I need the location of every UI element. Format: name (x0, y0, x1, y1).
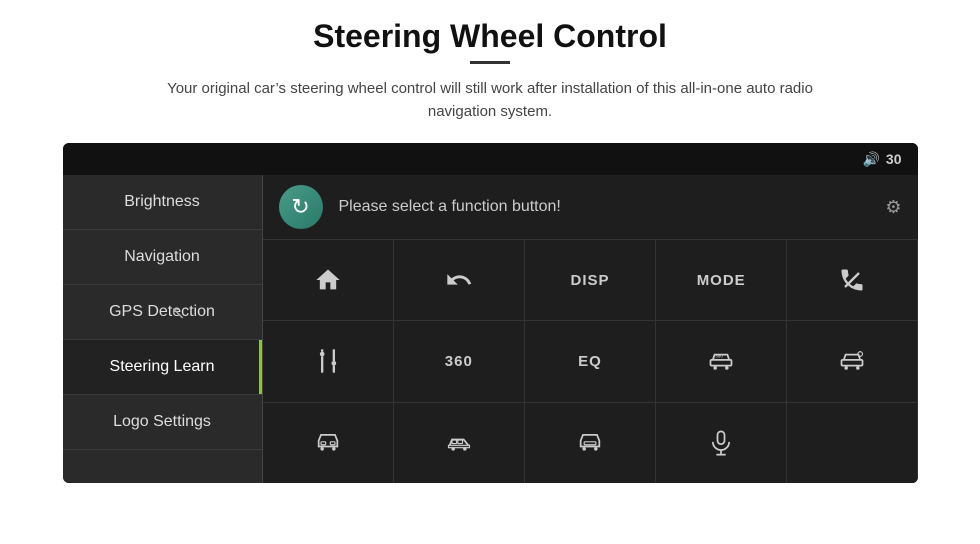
top-bar: 🔊 30 (63, 143, 918, 175)
function-grid: DISP MODE (263, 240, 918, 483)
sidebar-item-gps-detection[interactable]: GPS Detection ↖ (63, 285, 262, 340)
sidebar: Brightness Navigation GPS Detection ↖ St… (63, 175, 263, 483)
refresh-icon: ↻ (291, 194, 309, 220)
top-right-icon: ⚙ (885, 197, 901, 218)
sidebar-item-steering-learn[interactable]: Steering Learn (63, 340, 262, 395)
phone-cancel-icon (838, 266, 866, 294)
grid-cell-mode[interactable]: MODE (656, 240, 786, 320)
grid-cell-car-rear[interactable] (525, 403, 655, 483)
device-frame: 🔊 30 Brightness Navigation GPS Detection… (63, 143, 918, 483)
page-subtitle: Your original car’s steering wheel contr… (140, 78, 840, 123)
grid-cell-eq[interactable]: EQ (525, 321, 655, 401)
grid-cell-car-side[interactable] (394, 403, 524, 483)
back-icon (445, 266, 473, 294)
disp-label: DISP (570, 272, 609, 289)
grid-cell-phone-cancel[interactable] (787, 240, 917, 320)
sidebar-item-brightness[interactable]: Brightness (63, 175, 262, 230)
grid-cell-eq-sliders[interactable] (263, 321, 393, 401)
mic-icon (707, 429, 735, 457)
car-side-icon (445, 429, 473, 457)
360-label: 360 (445, 353, 473, 370)
title-divider (470, 61, 510, 64)
mode-label: MODE (697, 272, 746, 289)
home-icon (314, 266, 342, 294)
grid-cell-car-settings[interactable] (787, 321, 917, 401)
grid-cell-home[interactable] (263, 240, 393, 320)
grid-cell-mic[interactable] (656, 403, 786, 483)
sidebar-item-navigation[interactable]: Navigation (63, 230, 262, 285)
volume-value: 30 (886, 151, 902, 167)
grid-cell-360[interactable]: 360 (394, 321, 524, 401)
car-rear-icon (576, 429, 604, 457)
right-panel: ↻ Please select a function button! ⚙ (263, 175, 918, 483)
grid-cell-car-front[interactable] (263, 403, 393, 483)
car-360-icon: 360 (707, 347, 735, 375)
car-settings-icon (838, 347, 866, 375)
page-title: Steering Wheel Control (313, 18, 667, 55)
grid-cell-car-360[interactable]: 360 (656, 321, 786, 401)
eq-label: EQ (578, 353, 602, 370)
select-prompt: Please select a function button! (339, 198, 561, 216)
volume-icon: 🔊 (862, 151, 879, 168)
grid-cell-disp[interactable]: DISP (525, 240, 655, 320)
function-header: ↻ Please select a function button! ⚙ (263, 175, 918, 240)
grid-cell-back[interactable] (394, 240, 524, 320)
car-front-icon (314, 429, 342, 457)
sidebar-item-logo-settings[interactable]: Logo Settings (63, 395, 262, 450)
grid-cell-empty (787, 403, 917, 483)
svg-text:360: 360 (715, 354, 723, 359)
main-content: Brightness Navigation GPS Detection ↖ St… (63, 175, 918, 483)
sliders-icon (314, 347, 342, 375)
refresh-button[interactable]: ↻ (279, 185, 323, 229)
